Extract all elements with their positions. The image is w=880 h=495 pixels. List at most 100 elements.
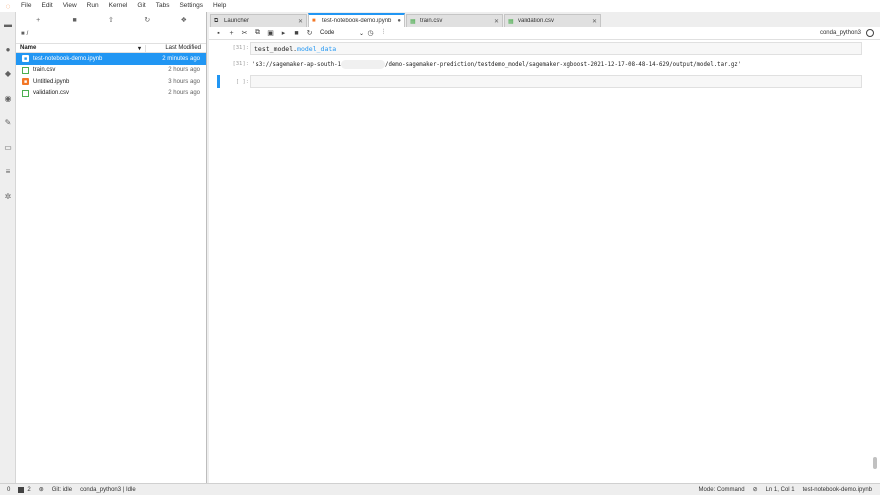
csv-file-icon: ▦ — [508, 18, 514, 25]
kernels-indicator[interactable]: 2 — [18, 486, 31, 493]
folder-icon[interactable]: ▬ — [3, 19, 13, 29]
cut-icon[interactable]: ✂ — [238, 27, 251, 39]
home-folder-icon[interactable]: ■ — [21, 31, 25, 37]
tab-label: test-notebook-demo.ipynb — [322, 18, 392, 24]
run-icon[interactable]: ▸ — [277, 27, 290, 39]
file-row[interactable]: validation.csv 2 hours ago — [16, 88, 206, 100]
notebook-toolbar: ▪ + ✂ ⧉ ▣ ▸ ■ ↻ Code ⌄ ◷ ⫶ conda_python3 — [209, 27, 880, 40]
mode-indicator[interactable]: Mode: Command — [699, 487, 745, 493]
git-diff-icon[interactable]: ⫶ — [377, 27, 390, 39]
csv-file-icon: ▦ — [410, 18, 416, 25]
file-modified: 3 hours ago — [168, 78, 200, 85]
cell-type-select[interactable]: Code ⌄ — [320, 30, 364, 37]
tab-validation-csv[interactable]: ▦ validation.csv ✕ — [504, 14, 601, 27]
cell-type-value: Code — [320, 30, 335, 36]
tab-label: train.csv — [420, 18, 443, 24]
status-bar: 0 2 ⊛ Git: idle conda_python3 | Idle Mod… — [0, 483, 880, 495]
clock-icon[interactable]: ◷ — [364, 27, 377, 39]
output-prompt: [31]: — [232, 61, 249, 67]
code-attribute: model_data — [297, 45, 337, 53]
restart-icon[interactable]: ↻ — [303, 27, 316, 39]
new-folder-icon[interactable]: ■ — [68, 13, 82, 27]
tabs-icon[interactable]: ▭ — [3, 142, 13, 152]
git-icon[interactable]: ◆ — [3, 68, 13, 78]
menu-settings[interactable]: Settings — [174, 0, 208, 12]
sort-caret-icon: ▾ — [137, 45, 141, 52]
tab-train-csv[interactable]: ▦ train.csv ✕ — [406, 14, 503, 27]
current-file: test-notebook-demo.ipynb — [802, 486, 872, 493]
menu-file[interactable]: File — [16, 0, 36, 12]
close-icon[interactable]: ✕ — [298, 18, 303, 25]
palette-icon[interactable]: ◉ — [3, 93, 13, 103]
menu-tabs[interactable]: Tabs — [151, 0, 175, 12]
menu-git[interactable]: Git — [132, 0, 150, 12]
git-status[interactable]: Git: idle — [52, 487, 72, 493]
paste-icon[interactable]: ▣ — [264, 27, 277, 39]
notebook-icon: ■ — [22, 55, 29, 63]
input-prompt: [ ]: — [235, 79, 249, 85]
notebook-icon: ■ — [22, 78, 29, 86]
unsaved-dot-icon[interactable]: ● — [397, 18, 401, 24]
launcher-icon: ⧉ — [214, 17, 219, 24]
kernels-count: 2 — [27, 486, 31, 493]
file-row[interactable]: train.csv 2 hours ago — [16, 65, 206, 77]
breadcrumb: ■ / — [16, 28, 206, 40]
scrollbar[interactable] — [873, 457, 877, 469]
running-icon[interactable]: ● — [3, 44, 13, 54]
empty-code-cell-input[interactable] — [250, 75, 862, 88]
file-modified: 2 hours ago — [168, 90, 200, 97]
code-cell-input[interactable]: test_model.model_data — [250, 42, 862, 55]
menu-kernel[interactable]: Kernel — [104, 0, 133, 12]
column-name-label: Name — [20, 44, 37, 51]
file-list-header: Name ▾ Last Modified — [16, 43, 206, 53]
file-name: Untitled.ipynb — [33, 78, 70, 85]
terminals-count[interactable]: 0 — [7, 487, 10, 493]
file-name: train.csv — [33, 67, 56, 74]
refresh-icon[interactable]: ↻ — [140, 13, 154, 27]
git-status-icon: ⊛ — [38, 487, 44, 493]
menu-run[interactable]: Run — [82, 0, 104, 12]
new-launcher-icon[interactable]: + — [31, 13, 45, 27]
column-name[interactable]: Name ▾ — [16, 44, 146, 52]
copy-icon[interactable]: ⧉ — [251, 27, 264, 39]
wrench-icon[interactable]: ✎ — [3, 117, 13, 127]
status-right: Mode: Command ⊘ Ln 1, Col 1 test-noteboo… — [699, 486, 880, 494]
column-modified[interactable]: Last Modified — [146, 45, 206, 51]
csv-file-icon — [22, 89, 29, 97]
menu-bar: ◌ File Edit View Run Kernel Git Tabs Set… — [0, 0, 880, 12]
insert-cell-icon[interactable]: + — [225, 27, 238, 39]
kernel-square-icon — [18, 486, 25, 493]
save-icon[interactable]: ▪ — [212, 27, 225, 39]
file-browser: + ■ ⇧ ↻ ❖ ■ / Name ▾ Last Modified ■ test… — [16, 12, 207, 483]
tab-label: validation.csv — [518, 18, 555, 24]
close-icon[interactable]: ✕ — [494, 18, 499, 25]
file-browser-toolbar: + ■ ⇧ ↻ ❖ — [16, 12, 206, 28]
output-prefix: 's3://sagemaker-ap-south-1 — [252, 62, 342, 68]
output-suffix: /demo-sagemaker-prediction/testdemo_mode… — [385, 62, 742, 68]
tab-notebook[interactable]: ■ test-notebook-demo.ipynb ● — [308, 13, 405, 27]
csv-file-icon — [22, 66, 29, 74]
file-name: validation.csv — [33, 90, 70, 97]
toc-icon[interactable]: ≡ — [3, 166, 13, 176]
file-row[interactable]: ■ Untitled.ipynb 3 hours ago — [16, 76, 206, 88]
kernel-status-icon — [866, 29, 874, 37]
bug-icon[interactable]: ⊘ — [753, 486, 758, 493]
kernel-status[interactable]: conda_python3 | Idle — [80, 487, 136, 493]
extension-icon[interactable]: ✲ — [3, 191, 13, 201]
tab-label: Launcher — [224, 18, 250, 24]
breadcrumb-path[interactable]: / — [27, 31, 29, 37]
cursor-position[interactable]: Ln 1, Col 1 — [766, 487, 795, 493]
menu-edit[interactable]: Edit — [36, 0, 57, 12]
menu-view[interactable]: View — [58, 0, 82, 12]
file-name: test-notebook-demo.ipynb — [33, 55, 103, 62]
git-clone-icon[interactable]: ❖ — [177, 13, 191, 27]
main-area: ⧉ Launcher ✕ ■ test-notebook-demo.ipynb … — [209, 12, 880, 483]
menu-help[interactable]: Help — [208, 0, 231, 12]
stop-icon[interactable]: ■ — [290, 27, 303, 39]
file-row[interactable]: ■ test-notebook-demo.ipynb 2 minutes ago — [16, 53, 206, 65]
kernel-name[interactable]: conda_python3 — [820, 30, 866, 36]
close-icon[interactable]: ✕ — [592, 18, 597, 25]
upload-icon[interactable]: ⇧ — [104, 13, 118, 27]
tab-launcher[interactable]: ⧉ Launcher ✕ — [210, 14, 307, 27]
file-modified: 2 minutes ago — [162, 55, 200, 62]
